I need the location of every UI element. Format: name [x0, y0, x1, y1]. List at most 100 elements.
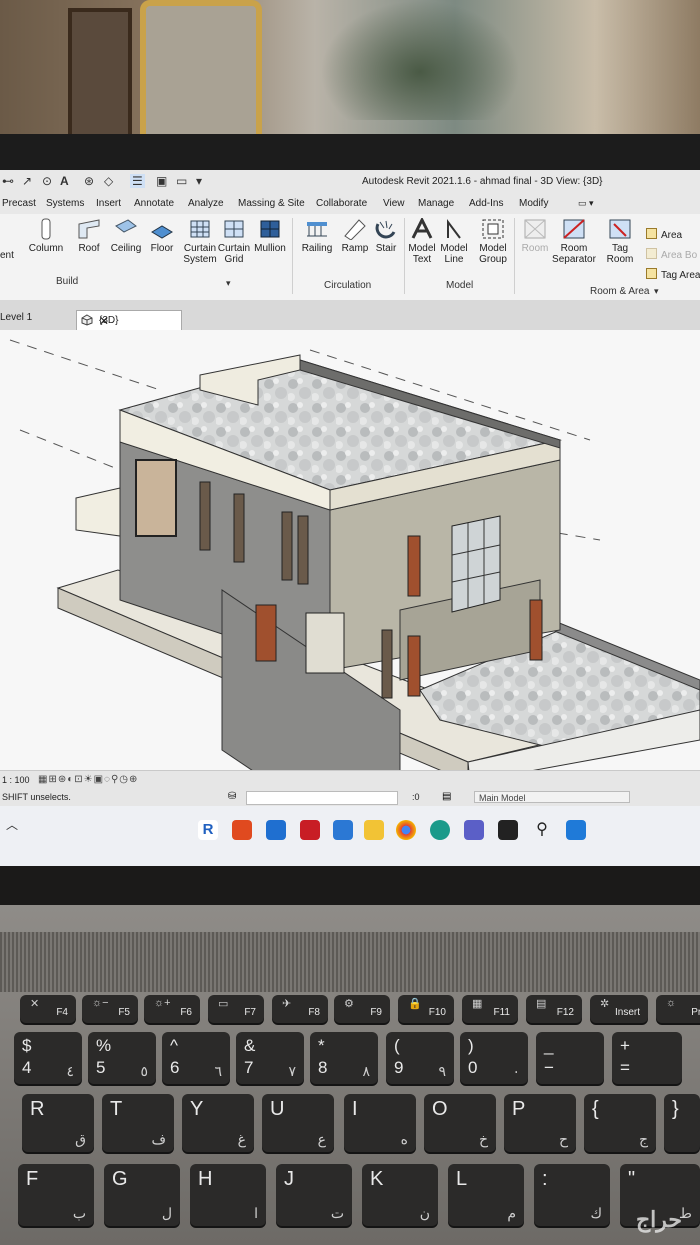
model-text-tool[interactable]: Model Text — [406, 218, 438, 265]
key-semicolon[interactable]: :ك — [534, 1164, 610, 1226]
key-l[interactable]: Lم — [448, 1164, 524, 1226]
view-control-icons[interactable]: ▦⊞⊛◐⊡☀▣◌⚲◷⊕ — [38, 774, 138, 785]
build-panel-expand-icon[interactable]: ▾ — [226, 278, 231, 289]
close-tab-icon[interactable]: ✕ — [99, 314, 175, 328]
key-f[interactable]: Fب — [18, 1164, 94, 1226]
section-icon[interactable]: ◇ — [104, 174, 113, 188]
key-minus[interactable]: _ − — [536, 1032, 604, 1084]
edge-app-icon[interactable] — [430, 820, 450, 840]
office-app-icon[interactable] — [232, 820, 252, 840]
dimension-icon[interactable]: ↗ — [22, 174, 32, 188]
file-explorer-icon[interactable] — [364, 820, 384, 840]
key-f5[interactable]: ☼− F5 — [82, 995, 138, 1023]
tab-precast[interactable]: Precast — [2, 198, 36, 209]
key-o[interactable]: Oخ — [424, 1094, 496, 1152]
roof-tool[interactable]: Roof — [74, 218, 104, 254]
model-group-tool[interactable]: Model Group — [474, 218, 512, 265]
text-icon[interactable]: A — [60, 174, 69, 188]
curtain-grid-tool[interactable]: Curtain Grid — [216, 218, 252, 265]
key-8[interactable]: * 8 ٨ — [310, 1032, 378, 1084]
switch-windows-icon[interactable]: ▭ — [176, 174, 187, 188]
key-u[interactable]: Uع — [262, 1094, 334, 1152]
ramp-tool[interactable]: Ramp — [340, 218, 370, 254]
room-tool[interactable]: Room — [520, 218, 550, 254]
model-line-tool[interactable]: Model Line — [438, 218, 470, 265]
workset-icon[interactable]: ⛁ — [228, 791, 236, 802]
mullion-tool[interactable]: Mullion — [252, 218, 288, 254]
main-model-field[interactable]: Main Model — [474, 791, 630, 803]
key-f9[interactable]: ⚙ F9 — [334, 995, 390, 1023]
railing-tool[interactable]: Railing — [300, 218, 334, 254]
key-h[interactable]: Hا — [190, 1164, 266, 1226]
curtain-system-tool[interactable]: Curtain System — [182, 218, 218, 265]
key-5[interactable]: % 5 ٥ — [88, 1032, 156, 1084]
tab-systems[interactable]: Systems — [46, 198, 84, 209]
tab-analyze[interactable]: Analyze — [188, 198, 224, 209]
key-f10[interactable]: 🔒 F10 — [398, 995, 454, 1023]
start-icon[interactable] — [566, 820, 586, 840]
key-9[interactable]: (9 ٩ — [386, 1032, 454, 1084]
tab-massing-site[interactable]: Massing & Site — [238, 198, 305, 209]
filter-icon[interactable]: ▤ — [442, 791, 451, 802]
tab-view[interactable]: View — [383, 198, 405, 209]
close-hidden-icon[interactable]: ▣ — [156, 174, 167, 188]
key-print-screen[interactable]: ☼Prt — [656, 995, 700, 1023]
floor-tool[interactable]: Floor — [146, 218, 178, 254]
key-y[interactable]: Yغ — [182, 1094, 254, 1152]
area-boundary-tool[interactable]: Area Bo — [646, 248, 697, 261]
teams-app-icon[interactable] — [464, 820, 484, 840]
3d-viewport[interactable] — [0, 330, 700, 870]
key-right-brace[interactable]: } — [664, 1094, 700, 1152]
key-r[interactable]: Rق — [22, 1094, 94, 1152]
tag-area-tool[interactable]: Tag Area — [646, 268, 700, 281]
key-f12[interactable]: ▤ F12 — [526, 995, 582, 1023]
customize-qat-icon[interactable]: ▾ — [196, 174, 202, 188]
key-p[interactable]: Pح — [504, 1094, 576, 1152]
tab-modify[interactable]: Modify — [519, 198, 548, 209]
view-scale[interactable]: 1 : 100 — [2, 775, 30, 785]
key-7[interactable]: & 7 ٧ — [236, 1032, 304, 1084]
key-k[interactable]: Kن — [362, 1164, 438, 1226]
key-0[interactable]: ) 0 ٠ — [460, 1032, 528, 1084]
key-f8[interactable]: ✈ F8 — [272, 995, 328, 1023]
tab-annotate[interactable]: Annotate — [134, 198, 174, 209]
key-4[interactable]: $4 ٤ — [14, 1032, 82, 1084]
tag-icon[interactable]: ⊙ — [42, 174, 52, 188]
key-equals[interactable]: + = — [612, 1032, 682, 1084]
area-tool[interactable]: Area — [646, 228, 682, 241]
chrome-app-icon[interactable] — [396, 820, 416, 840]
key-j[interactable]: Jت — [276, 1164, 352, 1226]
key-f6[interactable]: ☼+ F6 — [144, 995, 200, 1023]
tab-insert[interactable]: Insert — [96, 198, 121, 209]
column-tool[interactable]: Column — [28, 218, 64, 254]
measure-icon[interactable]: ⊷ — [2, 174, 14, 188]
key-f7[interactable]: ▭ F7 — [208, 995, 264, 1023]
terminal-app-icon[interactable] — [498, 820, 518, 840]
room-separator-tool[interactable]: Room Separator — [552, 218, 596, 265]
key-insert[interactable]: ✲ Insert — [590, 995, 648, 1023]
search-icon[interactable]: ⚲ — [532, 820, 552, 840]
store-app-icon[interactable] — [333, 820, 353, 840]
tab-3d-view[interactable]: {3D} ✕ — [76, 310, 182, 331]
key-6[interactable]: ^ 6 ٦ — [162, 1032, 230, 1084]
key-left-brace[interactable]: {ج — [584, 1094, 656, 1152]
key-f4[interactable]: ✕ F4 — [20, 995, 76, 1023]
chevron-up-icon[interactable]: ︿ — [6, 816, 18, 833]
workset-field[interactable] — [246, 791, 398, 805]
default-3d-view-icon[interactable]: ⊛ — [84, 174, 94, 188]
key-i[interactable]: Iه — [344, 1094, 416, 1152]
room-area-expand-icon[interactable]: ▾ — [654, 286, 659, 297]
revit-app-icon[interactable]: R — [198, 820, 218, 840]
tab-add-ins[interactable]: Add-Ins — [469, 198, 503, 209]
tag-room-tool[interactable]: Tag Room — [604, 218, 636, 265]
thin-lines-icon[interactable]: ☰ — [130, 174, 145, 188]
tab-level-1[interactable]: Level 1 — [0, 312, 32, 323]
tab-collaborate[interactable]: Collaborate — [316, 198, 367, 209]
key-f11[interactable]: ▦ F11 — [462, 995, 518, 1023]
tab-manage[interactable]: Manage — [418, 198, 454, 209]
mcafee-app-icon[interactable] — [300, 820, 320, 840]
mail-app-icon[interactable] — [266, 820, 286, 840]
ceiling-tool[interactable]: Ceiling — [108, 218, 144, 254]
key-t[interactable]: Tف — [102, 1094, 174, 1152]
key-g[interactable]: Gل — [104, 1164, 180, 1226]
